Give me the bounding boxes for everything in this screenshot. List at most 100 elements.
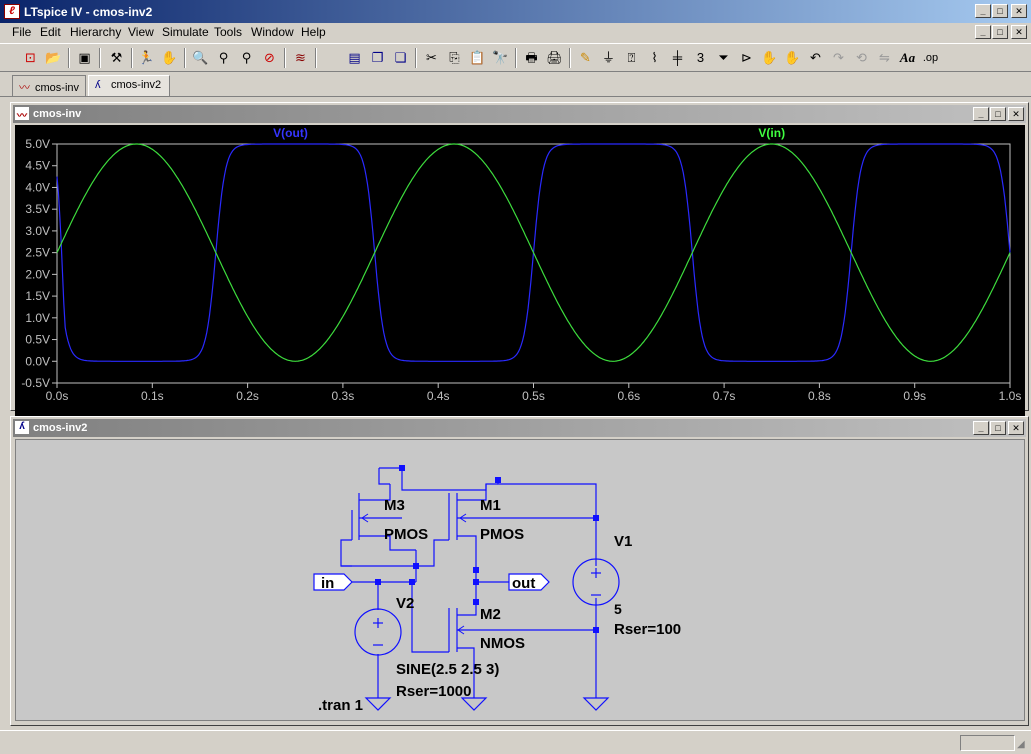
junction-dot (473, 579, 479, 585)
cut-icon[interactable]: ✂ (421, 48, 442, 68)
x-tick-label: 0.2s (236, 389, 259, 403)
redo-icon[interactable]: ↷ (828, 48, 849, 68)
control-panel-icon[interactable]: ⚒ (106, 48, 127, 68)
print-preview-icon[interactable]: 🖶 (521, 48, 542, 68)
label-net-icon[interactable]: ⍰ (621, 48, 642, 68)
schematic-minimize-button[interactable]: _ (973, 421, 989, 435)
zoom-cancel-icon[interactable]: ⊘ (259, 48, 280, 68)
menu-edit[interactable]: Edit (40, 25, 61, 39)
paste-icon[interactable]: 📋 (467, 48, 488, 68)
rotate-icon[interactable]: ⟲ (851, 48, 872, 68)
find-icon[interactable]: 🔭 (490, 48, 511, 68)
schematic-drawing[interactable]: M3 PMOS M1 PMOS M2 NMOS V1 5 Rser=100 V2… (16, 440, 1024, 720)
move-icon[interactable]: ✋ (759, 48, 780, 68)
copy-icon[interactable]: ⎘ (444, 48, 465, 68)
pan-hand-icon[interactable]: ✋ (159, 48, 180, 68)
waveform-plot-pane[interactable]: 5.0V 4.5V 4.0V 3.5V 3.0V 2.5V 2.0V 1.5V 1.0V 0.5V… (15, 125, 1025, 417)
menu-window[interactable]: Window (251, 25, 294, 39)
component-icon[interactable]: ⊳ (736, 48, 757, 68)
plot-settings-icon[interactable]: ≋ (290, 48, 311, 68)
y-tick-label: 2.5V (25, 246, 50, 260)
capacitor-icon[interactable]: ╪ (667, 48, 688, 68)
close-button[interactable]: ✕ (1011, 4, 1027, 18)
m1-label[interactable]: M1 (480, 497, 501, 514)
maximize-button[interactable]: □ (992, 4, 1008, 18)
junction-dot (473, 599, 479, 605)
toolbar-separator (315, 48, 317, 68)
v1-rser[interactable]: Rser=100 (614, 621, 681, 638)
draw-wire-icon[interactable]: ✎ (575, 48, 596, 68)
ltspice-logo-icon[interactable]: ℓ (4, 4, 20, 19)
v2-rser[interactable]: Rser=1000 (396, 683, 471, 700)
text-icon[interactable]: Aa (897, 48, 918, 68)
resistor-icon[interactable]: ⌇ (644, 48, 665, 68)
menu-hierarchy[interactable]: Hierarchy (70, 25, 121, 39)
v1-value[interactable]: 5 (614, 601, 622, 617)
waveform-chart[interactable]: 5.0V 4.5V 4.0V 3.5V 3.0V 2.5V 2.0V 1.5V 1.0V 0.5V… (15, 125, 1025, 410)
m1-model[interactable]: PMOS (480, 526, 524, 543)
schematic-canvas[interactable]: M3 PMOS M1 PMOS M2 NMOS V1 5 Rser=100 V2… (15, 439, 1025, 721)
toolbar: ⊡ 📂 ▣ ⚒ 🏃 ✋ 🔍 ⚲ ⚲ ⊘ ≋ ▤ ❐ ❏ ✂ ⎘ 📋 🔭 🖶 🖨 … (0, 43, 1031, 72)
cascade-icon[interactable]: ❐ (367, 48, 388, 68)
undo-icon[interactable]: ↶ (805, 48, 826, 68)
spice-directive-icon[interactable]: .op (920, 48, 941, 68)
out-net-label[interactable]: out (512, 575, 535, 592)
menu-help[interactable]: Help (301, 25, 326, 39)
drag-icon[interactable]: ✋ (782, 48, 803, 68)
wire (416, 539, 449, 567)
tab-cmos-inv[interactable]: 〰 cmos-inv (12, 75, 86, 96)
mdi-restore-button[interactable]: □ (992, 25, 1008, 39)
print-icon[interactable]: 🖨 (544, 48, 565, 68)
minimize-button[interactable]: _ (975, 4, 991, 18)
ground-icon (364, 697, 392, 711)
schematic-maximize-button[interactable]: □ (990, 421, 1006, 435)
waveform-close-button[interactable]: ✕ (1008, 107, 1024, 121)
v1-label[interactable]: V1 (614, 533, 632, 550)
m2-label[interactable]: M2 (480, 606, 501, 623)
wire (497, 480, 597, 560)
menu-file[interactable]: File (12, 25, 31, 39)
diode-icon[interactable]: ⏷ (713, 48, 734, 68)
zoom-fit-icon[interactable]: ⚲ (236, 48, 257, 68)
y-tick-label: 0.0V (25, 354, 50, 368)
y-tick-label: 1.0V (25, 311, 50, 325)
mirror-icon[interactable]: ⇋ (874, 48, 895, 68)
m2-model[interactable]: NMOS (480, 635, 525, 652)
new-schematic-icon[interactable]: ⊡ (20, 48, 41, 68)
in-net-label[interactable]: in (321, 575, 334, 592)
schematic-close-button[interactable]: ✕ (1008, 421, 1024, 435)
title-bar: ℓ LTspice IV - cmos-inv2 _ □ ✕ (0, 0, 1031, 23)
mdi-minimize-button[interactable]: _ (975, 25, 991, 39)
waveform-maximize-button[interactable]: □ (990, 107, 1006, 121)
menu-simulate[interactable]: Simulate (162, 25, 209, 39)
m3-label[interactable]: M3 (384, 497, 405, 514)
save-icon[interactable]: ▣ (74, 48, 95, 68)
schematic-labels: M3 PMOS M1 PMOS M2 NMOS V1 5 Rser=100 V2… (318, 497, 681, 714)
m3-model[interactable]: PMOS (384, 526, 428, 543)
ground-icon[interactable]: ⏚ (598, 48, 619, 68)
inductor-icon[interactable]: 3 (690, 48, 711, 68)
v2-source-symbol[interactable] (354, 608, 402, 656)
v2-value[interactable]: SINE(2.5 2.5 3) (396, 661, 499, 678)
schematic-window-titlebar: ʎ cmos-inv2 (13, 419, 1026, 437)
toolbar-separator (131, 48, 133, 68)
run-icon[interactable]: 🏃 (136, 48, 157, 68)
x-tick-label: 0.1s (141, 389, 164, 403)
tab-cmos-inv2[interactable]: ʎ cmos-inv2 (88, 75, 170, 96)
schematic-window: ʎ cmos-inv2 _ □ ✕ M3 PMOS M1 PMOS M2 NMO… (10, 416, 1029, 726)
close-all-icon[interactable]: ❏ (390, 48, 411, 68)
resize-grip-icon[interactable]: ◢ (1017, 739, 1029, 751)
tile-horizontal-icon[interactable]: ▤ (344, 48, 365, 68)
zoom-out-icon[interactable]: ⚲ (213, 48, 234, 68)
menu-view[interactable]: View (128, 25, 154, 39)
toolbar-separator (68, 48, 70, 68)
y-tick-label: 3.0V (25, 224, 50, 238)
junction-dot (375, 579, 381, 585)
menu-tools[interactable]: Tools (214, 25, 242, 39)
v2-label[interactable]: V2 (396, 595, 414, 612)
mdi-close-button[interactable]: ✕ (1011, 25, 1027, 39)
tran-directive[interactable]: .tran 1 (318, 697, 363, 714)
zoom-in-icon[interactable]: 🔍 (190, 48, 211, 68)
waveform-minimize-button[interactable]: _ (973, 107, 989, 121)
open-icon[interactable]: 📂 (43, 48, 64, 68)
